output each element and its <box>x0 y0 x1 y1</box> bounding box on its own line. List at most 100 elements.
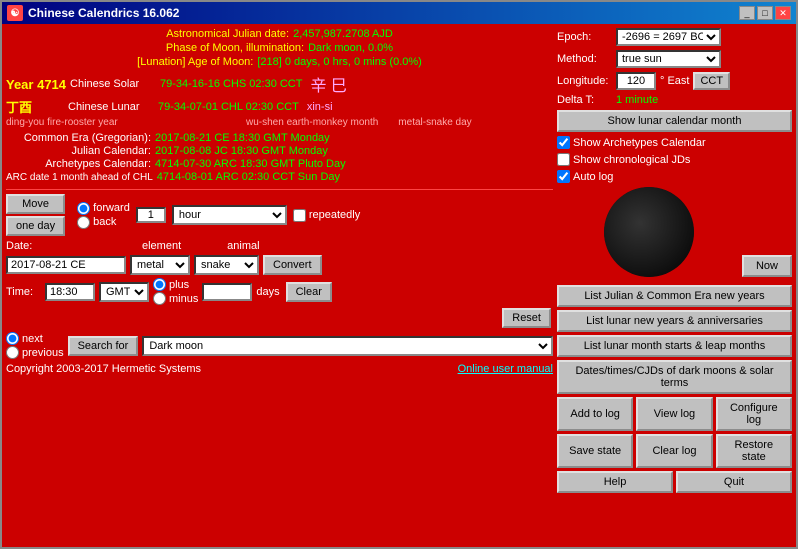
plus-radio-label[interactable]: plus <box>153 278 198 291</box>
list-lunar-ny-button[interactable]: List lunar new years & anniversaries <box>557 310 792 332</box>
copyright-text: Copyright 2003-2017 Hermetic Systems <box>6 363 201 375</box>
autolog-check-label[interactable]: Auto log <box>557 170 792 183</box>
forward-radio[interactable] <box>77 202 90 215</box>
timezone-select[interactable]: GMT CCT <box>99 282 149 302</box>
show-lunar-button[interactable]: Show lunar calendar month <box>557 110 792 132</box>
autolog-checkbox[interactable] <box>557 170 570 183</box>
search-button[interactable]: Search for <box>68 336 139 356</box>
right-panel: Epoch: -2696 = 2697 BC -2637 = 2638 BC M… <box>557 28 792 543</box>
minus-radio[interactable] <box>153 292 166 305</box>
clear-button[interactable]: Clear <box>286 282 332 302</box>
element-select[interactable]: metal wood water fire earth <box>130 255 190 275</box>
time-unit-select[interactable]: hour day week month year <box>172 205 287 225</box>
date-section: Date: element animal metal wood water fi… <box>6 240 553 328</box>
lunar-value: 79-34-07-01 CHL 02:30 CCT <box>158 101 299 113</box>
solar-value: 79-34-16-16 CHS 02:30 CCT <box>160 78 302 90</box>
epoch-row: Epoch: -2696 = 2697 BC -2637 = 2638 BC <box>557 28 792 46</box>
chronological-check-text: Show chronological JDs <box>573 154 690 166</box>
prev-radio-label[interactable]: previous <box>6 346 64 359</box>
lunation-label: [Lunation] Age of Moon: <box>137 56 253 68</box>
manual-link[interactable]: Online user manual <box>458 363 553 375</box>
time-input[interactable] <box>45 283 95 301</box>
plus-radio[interactable] <box>153 278 166 291</box>
forward-radio-label[interactable]: forward <box>77 202 130 215</box>
next-radio[interactable] <box>6 332 19 345</box>
move-spin[interactable] <box>136 207 166 223</box>
list-julian-button[interactable]: List Julian & Common Era new years <box>557 285 792 307</box>
longitude-label: Longitude: <box>557 75 612 87</box>
view-log-button[interactable]: View log <box>636 397 712 431</box>
method-select[interactable]: true sun mean sun <box>616 50 721 68</box>
title-buttons: _ □ ✕ <box>739 6 791 20</box>
app-icon: ☯ <box>7 5 23 21</box>
animal-select[interactable]: snake rat ox tiger rabbit <box>194 255 259 275</box>
move-row: Move one day forward back <box>6 194 553 236</box>
convert-button[interactable]: Convert <box>263 255 322 275</box>
arc-chl-label: ARC date 1 month ahead of CHL <box>6 172 153 183</box>
next-radio-label[interactable]: next <box>6 332 64 345</box>
quit-button[interactable]: Quit <box>676 471 792 493</box>
clear-log-button[interactable]: Clear log <box>636 434 712 468</box>
sub1: ding-you fire-rooster year <box>6 117 156 128</box>
solar-type-label: Chinese Solar <box>70 78 160 90</box>
back-radio[interactable] <box>77 216 90 229</box>
dates-dark-button[interactable]: Dates/times/CJDs of dark moons & solar t… <box>557 360 792 394</box>
animal-label: animal <box>227 240 259 252</box>
date-input[interactable] <box>6 256 126 274</box>
date-labels-row: Date: element animal <box>6 240 553 252</box>
prev-label: previous <box>22 347 64 359</box>
repeatedly-check[interactable] <box>293 209 306 222</box>
method-label: Method: <box>557 53 612 65</box>
chronological-check-label[interactable]: Show chronological JDs <box>557 153 792 166</box>
minus-text: minus <box>169 293 198 305</box>
help-button[interactable]: Help <box>557 471 673 493</box>
now-button[interactable]: Now <box>742 255 792 277</box>
archetypes-checkbox[interactable] <box>557 136 570 149</box>
archetypes-check-text: Show Archetypes Calendar <box>573 137 706 149</box>
search-type-select[interactable]: Dark moon Full moon Solar term New Year <box>142 336 553 356</box>
east-label: ° East <box>660 75 689 87</box>
one-day-button[interactable]: one day <box>6 216 65 236</box>
days-input[interactable] <box>202 283 252 301</box>
sub3: metal-snake day <box>398 117 471 128</box>
main-window: ☯ Chinese Calendrics 16.062 _ □ ✕ Astron… <box>0 0 798 549</box>
forward-label: forward <box>93 202 130 214</box>
moon-display <box>604 187 694 277</box>
list-lunar-month-button[interactable]: List lunar month starts & leap months <box>557 335 792 357</box>
epoch-select[interactable]: -2696 = 2697 BC -2637 = 2638 BC <box>616 28 721 46</box>
archetypes-row: Archetypes Calendar: 4714-07-30 ARC 18:3… <box>6 158 553 170</box>
solar-chinese: 辛 巳 <box>310 72 346 96</box>
title-bar: ☯ Chinese Calendrics 16.062 _ □ ✕ <box>2 2 796 24</box>
archetypes-check-label[interactable]: Show Archetypes Calendar <box>557 136 792 149</box>
next-prev-group: next previous <box>6 332 64 359</box>
save-state-button[interactable]: Save state <box>557 434 633 468</box>
window-title: Chinese Calendrics 16.062 <box>28 6 179 20</box>
back-radio-label[interactable]: back <box>77 216 130 229</box>
time-label: Time: <box>6 286 41 298</box>
add-log-button[interactable]: Add to log <box>557 397 633 431</box>
cct-button[interactable]: CCT <box>693 72 730 90</box>
restore-state-button[interactable]: Restore state <box>716 434 792 468</box>
repeatedly-text: repeatedly <box>309 209 360 221</box>
configure-log-button[interactable]: Configure log <box>716 397 792 431</box>
minimize-button[interactable]: _ <box>739 6 755 20</box>
move-button[interactable]: Move <box>6 194 65 214</box>
lunar-extra: xin-si <box>307 101 333 113</box>
chronological-checkbox[interactable] <box>557 153 570 166</box>
copyright-row: Copyright 2003-2017 Hermetic Systems Onl… <box>6 363 553 375</box>
plus-text: plus <box>169 279 189 291</box>
maximize-button[interactable]: □ <box>757 6 773 20</box>
solar-row: Year 4714 Chinese Solar 79-34-16-16 CHS … <box>6 72 553 96</box>
longitude-input[interactable] <box>616 72 656 90</box>
julian-label: Julian Calendar: <box>6 145 151 157</box>
ajd-label: Astronomical Julian date: <box>166 28 289 40</box>
prev-radio[interactable] <box>6 346 19 359</box>
ajd-value: 2,457,987.2708 AJD <box>293 28 393 40</box>
year-number: Year 4714 <box>6 77 66 92</box>
repeatedly-label[interactable]: repeatedly <box>293 209 360 222</box>
autolog-check-text: Auto log <box>573 171 613 183</box>
reset-button[interactable]: Reset <box>502 308 551 328</box>
minus-radio-label[interactable]: minus <box>153 292 198 305</box>
close-button[interactable]: ✕ <box>775 6 791 20</box>
log-row: Add to log View log Configure log <box>557 397 792 431</box>
